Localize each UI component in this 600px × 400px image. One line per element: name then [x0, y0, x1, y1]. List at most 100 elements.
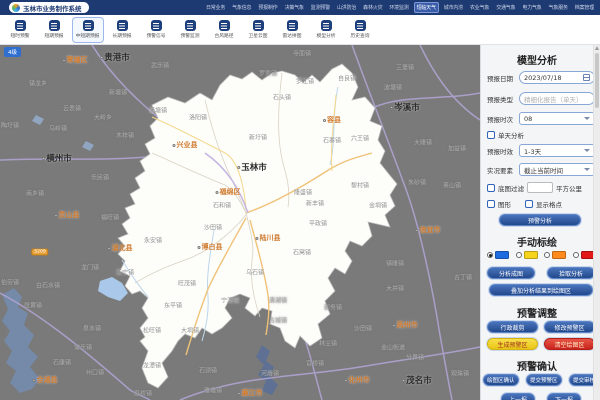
- town-label: 常乐镇: [74, 343, 92, 352]
- town-label: 新丰镇: [306, 199, 324, 208]
- county-label: 高州市: [393, 320, 418, 330]
- place-name: 陶圩镇: [1, 121, 19, 130]
- validity-select[interactable]: 1-3天: [519, 144, 595, 157]
- place-marker-icon: [198, 246, 201, 249]
- place-name: 新塘镇: [109, 88, 127, 97]
- plot-color-option-1[interactable]: [516, 251, 538, 259]
- town-label: 石头镇: [273, 93, 291, 102]
- button-绘图区确认[interactable]: 绘图区确认: [483, 374, 519, 386]
- town-label: 隆盛镇: [294, 188, 312, 197]
- place-name: 高州市: [397, 320, 418, 330]
- sidebar-scrollbar[interactable]: [593, 45, 600, 400]
- tab-label: 雷达拼图: [282, 32, 301, 39]
- warning-analysis-button[interactable]: 预警分析: [499, 214, 581, 226]
- menu-item-气象服务[interactable]: 气象服务: [547, 3, 570, 12]
- place-marker-icon: [100, 56, 103, 59]
- tab-中短期预报[interactable]: 中短期预报: [72, 17, 104, 43]
- button-清空绘图区[interactable]: 清空绘图区: [544, 338, 595, 350]
- place-name: 官桥镇: [306, 359, 324, 368]
- button-分析成图[interactable]: 分析成图: [487, 267, 535, 279]
- plot-color-option-2[interactable]: [544, 251, 566, 259]
- color-swatch[interactable]: [495, 251, 509, 259]
- element-select[interactable]: 截止当前时间: [519, 163, 595, 176]
- menu-item-气象信息[interactable]: 气象信息: [230, 3, 253, 12]
- town-label: 寺面镇: [293, 49, 311, 58]
- color-swatch[interactable]: [524, 251, 538, 259]
- display-options-row: 图形 显示格点: [487, 199, 595, 209]
- tab-长期预报[interactable]: 长期预报: [106, 17, 138, 43]
- place-marker-icon: [55, 214, 58, 217]
- color-radio[interactable]: [573, 252, 579, 258]
- app-title: 玉林市业务制作系统: [23, 3, 82, 13]
- menu-item-环境监测[interactable]: 环境监测: [387, 3, 410, 12]
- map-zoom-level-badge[interactable]: 4级: [4, 47, 21, 57]
- tab-卫星云图[interactable]: 卫星云图: [242, 17, 274, 43]
- manual-plot-title: 手动标绘: [481, 234, 593, 249]
- town-label: 古城镇: [269, 316, 287, 325]
- tab-label: 预警信号: [146, 32, 165, 39]
- color-radio[interactable]: [544, 252, 550, 258]
- tab-雷达拼图[interactable]: 雷达拼图: [276, 17, 308, 43]
- button-上一报[interactable]: 上一报: [501, 393, 535, 400]
- manual-plot-buttons: 分析成图拾取分析: [487, 267, 595, 279]
- chevron-down-icon: [584, 117, 590, 120]
- menu-item-农业气象[interactable]: 农业气象: [468, 3, 491, 12]
- menu-item-决策气象[interactable]: 决策气象: [283, 3, 306, 12]
- tab-短期预报[interactable]: 短期预报: [38, 17, 70, 43]
- menu-item-监测预警[interactable]: 监测预警: [309, 3, 332, 12]
- menu-item-交通气象[interactable]: 交通气象: [494, 3, 517, 12]
- color-swatch[interactable]: [552, 251, 566, 259]
- validity-row: 预报时效 1-3天: [487, 144, 595, 157]
- place-name: 博白县: [202, 242, 223, 252]
- menu-item-城市内涝[interactable]: 城市内涝: [442, 3, 465, 12]
- place-name: 黎村镇: [351, 181, 369, 190]
- single-day-checkbox[interactable]: [487, 131, 495, 139]
- menu-item-山洪防治[interactable]: 山洪防治: [335, 3, 358, 12]
- menu-item-档案管理[interactable]: 档案管理: [573, 3, 596, 12]
- menu-item-森林火灾[interactable]: 森林火灾: [361, 3, 384, 12]
- module-icon: [49, 20, 60, 31]
- map-labels-layer: 武乐镇镇龙乡新塘镇云表镇大岭乡马岭镇木梓镇陶圩镇乐民镇南乡镇福旺镇寺面镇罗秀镇三…: [0, 45, 480, 400]
- menu-item-电力气象[interactable]: 电力气象: [520, 3, 543, 12]
- button-拾取分析[interactable]: 拾取分析: [547, 267, 595, 279]
- forecast-type-input[interactable]: 精细化报告（单天）: [519, 92, 595, 105]
- forecast-date-input[interactable]: 2023/07/18: [519, 71, 595, 84]
- place-marker-icon: [256, 237, 259, 240]
- plot-color-option-3[interactable]: [573, 251, 595, 259]
- map-canvas[interactable]: 武乐镇镇龙乡新塘镇云表镇大岭乡马岭镇木梓镇陶圩镇乐民镇南乡镇福旺镇寺面镇罗秀镇三…: [0, 45, 480, 400]
- tab-预警监测[interactable]: 预警监测: [174, 17, 206, 43]
- overlay-result-button[interactable]: 叠加分析结果到绘图区: [489, 284, 593, 296]
- forecast-time-select[interactable]: 08: [519, 112, 595, 125]
- menu-item-日常业务[interactable]: 日常业务: [204, 3, 227, 12]
- button-下一报[interactable]: 下一报: [547, 393, 581, 400]
- scrollbar-thumb[interactable]: [595, 53, 599, 108]
- module-icon: [83, 20, 94, 31]
- graphic-checkbox[interactable]: [487, 200, 495, 208]
- plot-color-option-0[interactable]: [487, 251, 509, 259]
- place-name: 观珠镇: [451, 369, 469, 378]
- color-radio[interactable]: [487, 252, 493, 258]
- scroll-up-icon[interactable]: [595, 46, 599, 50]
- menu-item-预报制作[interactable]: 预报制作: [256, 3, 279, 12]
- tab-短时预警[interactable]: 短时预警: [4, 17, 36, 43]
- filter-unit-label: 平方公里: [556, 183, 582, 193]
- button-行政裁剪[interactable]: 行政裁剪: [487, 321, 538, 333]
- menu-item-短临天气[interactable]: 短临天气: [414, 2, 439, 13]
- show-grid-checkbox[interactable]: [525, 200, 533, 208]
- single-day-label: 单天分析: [498, 130, 524, 140]
- tab-预警信号[interactable]: 预警信号: [140, 17, 172, 43]
- button-修改预警区[interactable]: 修改预警区: [544, 321, 595, 333]
- town-label: 木梓镇: [116, 131, 134, 140]
- tab-历史查询[interactable]: 历史查询: [344, 17, 376, 43]
- tab-模型分析[interactable]: 模型分析: [310, 17, 342, 43]
- module-icon: [185, 20, 196, 31]
- button-生成预警区[interactable]: 生成预警区: [487, 338, 538, 350]
- filter-area-input[interactable]: [527, 182, 553, 193]
- basemap-filter-checkbox[interactable]: [487, 184, 495, 192]
- tab-台风路径[interactable]: 台风路径: [208, 17, 240, 43]
- chevron-down-icon: [584, 168, 590, 171]
- module-icon: [151, 20, 162, 31]
- button-提交预警区[interactable]: 提交预警区: [526, 374, 562, 386]
- calendar-icon[interactable]: [583, 74, 590, 81]
- color-radio[interactable]: [516, 252, 522, 258]
